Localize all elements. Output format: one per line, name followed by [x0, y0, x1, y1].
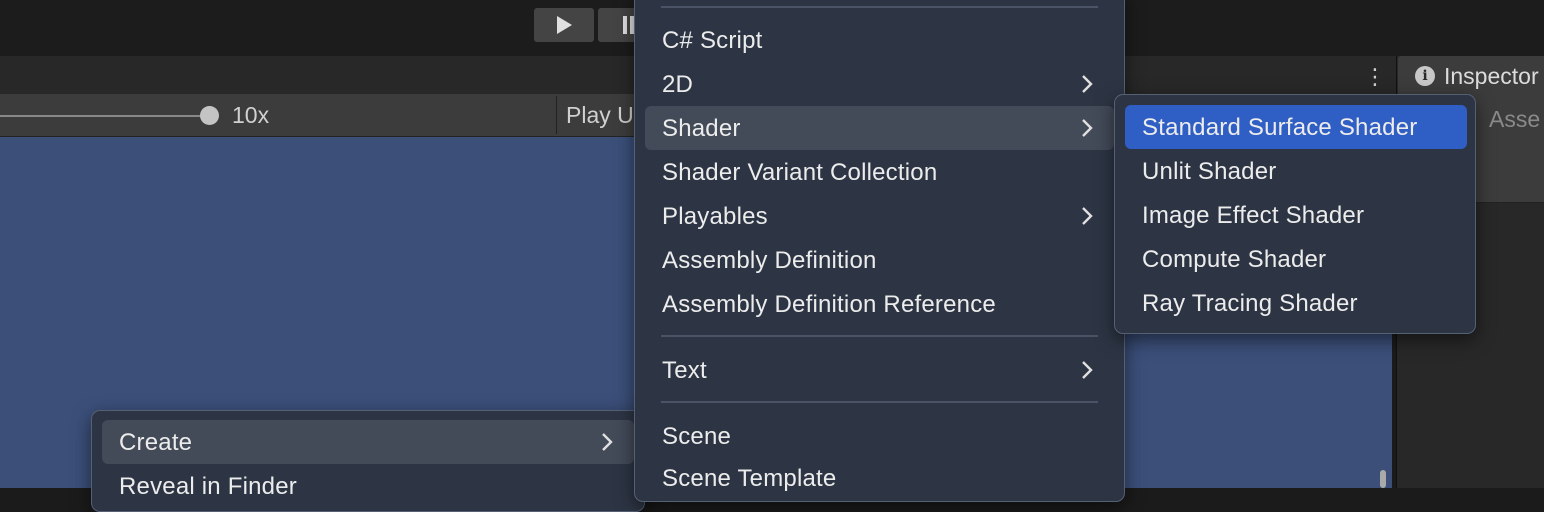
menu-item-shader-variant-collection[interactable]: Shader Variant Collection [645, 150, 1114, 194]
menu-scrollbar[interactable] [1380, 470, 1386, 488]
menu-item-image-effect-shader[interactable]: Image Effect Shader [1125, 193, 1465, 237]
menu-item-label: Unlit Shader [1142, 158, 1277, 185]
menu-item-label: Ray Tracing Shader [1142, 290, 1358, 317]
play-icon [557, 16, 572, 34]
more-options-icon[interactable]: ⋮ [1364, 64, 1386, 90]
menu-item-scene-template[interactable]: Scene Template [645, 456, 1114, 500]
menu-item-playables[interactable]: Playables [645, 194, 1114, 238]
menu-item-csharp-script[interactable]: C# Script [645, 18, 1114, 62]
menu-item-unlit-shader[interactable]: Unlit Shader [1125, 149, 1465, 193]
menu-item-label: Shader [662, 115, 741, 142]
menu-item-compute-shader[interactable]: Compute Shader [1125, 237, 1465, 281]
menu-item-label: Playables [662, 203, 768, 230]
menu-item-label: Shader Variant Collection [662, 159, 938, 186]
chevron-right-icon [1082, 361, 1093, 379]
chevron-right-icon [1082, 207, 1093, 225]
menu-item-text[interactable]: Text [645, 348, 1114, 392]
menu-item-scene[interactable]: Scene [645, 414, 1114, 458]
menu-item-shader[interactable]: Shader [645, 106, 1114, 150]
scale-value: 10x [232, 102, 270, 128]
menu-item-label: Image Effect Shader [1142, 202, 1365, 229]
scale-slider-handle[interactable] [200, 106, 219, 125]
menu-item-label: Assembly Definition Reference [662, 291, 996, 318]
menu-item-reveal-in-finder[interactable]: Reveal in Finder [102, 464, 634, 508]
menu-item-label: Create [119, 429, 193, 456]
menu-item-label: Scene [662, 423, 732, 450]
menu-item-2d[interactable]: 2D [645, 62, 1114, 106]
menu-item-label: Assembly Definition [662, 247, 877, 274]
chevron-right-icon [1082, 119, 1093, 137]
menu-item-label: C# Script [662, 27, 763, 54]
play-focus-dropdown[interactable]: Play U [566, 102, 634, 129]
asset-label: Asse [1489, 106, 1541, 132]
menu-separator [661, 401, 1098, 403]
chevron-right-icon [1082, 75, 1093, 93]
scale-slider-track[interactable] [0, 115, 210, 117]
menu-item-label: Reveal in Finder [119, 473, 297, 500]
chevron-right-icon [602, 433, 613, 451]
menu-item-ray-tracing-shader[interactable]: Ray Tracing Shader [1125, 281, 1465, 325]
menu-item-label: Text [662, 357, 707, 384]
menu-item-label: Standard Surface Shader [1142, 114, 1418, 141]
toolbar-divider [556, 96, 557, 134]
info-icon: i [1415, 66, 1435, 86]
menu-item-create[interactable]: Create [102, 420, 634, 464]
menu-item-label: Compute Shader [1142, 246, 1327, 273]
shader-submenu: Standard Surface Shader Unlit Shader Ima… [1114, 94, 1476, 334]
menu-item-label: 2D [662, 71, 694, 98]
pause-icon [623, 16, 634, 34]
menu-item-label: Scene Template [662, 465, 837, 492]
menu-item-standard-surface-shader[interactable]: Standard Surface Shader [1125, 105, 1467, 149]
menu-item-assembly-definition-reference[interactable]: Assembly Definition Reference [645, 282, 1114, 326]
play-button[interactable] [534, 8, 594, 42]
menu-separator [661, 335, 1098, 337]
menu-separator [661, 6, 1098, 8]
context-menu: Create Reveal in Finder [91, 410, 645, 512]
create-submenu: C# Script 2D Shader Shader Variant Colle… [634, 0, 1125, 502]
menu-item-assembly-definition[interactable]: Assembly Definition [645, 238, 1114, 282]
inspector-tab-label: Inspector [1444, 63, 1539, 89]
